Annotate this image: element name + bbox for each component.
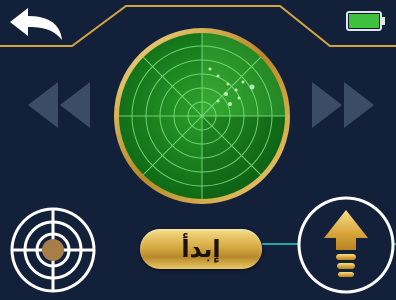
double-chevron-left-icon[interactable]: [28, 82, 92, 128]
crosshair-target-icon[interactable]: [8, 205, 98, 295]
up-arrow-icon[interactable]: [296, 190, 396, 300]
double-chevron-right-icon[interactable]: [310, 82, 374, 128]
start-button[interactable]: إبدأ: [140, 229, 262, 269]
start-button-label: إبدأ: [181, 235, 221, 263]
battery-fill: [349, 14, 379, 28]
radar-display: [114, 28, 290, 204]
battery-icon: [346, 10, 386, 32]
back-arrow-icon[interactable]: [6, 4, 66, 44]
